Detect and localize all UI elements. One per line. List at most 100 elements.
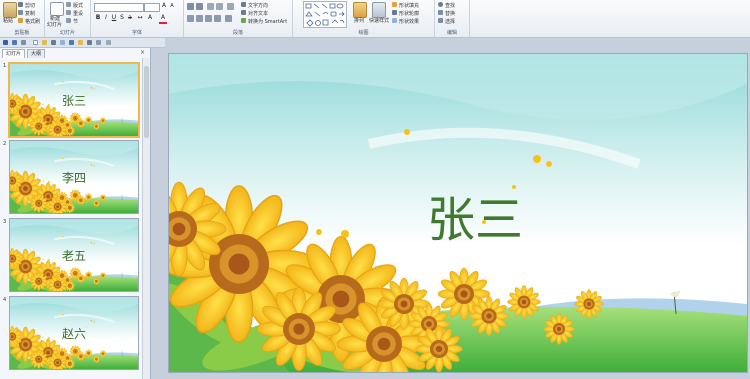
clipboard-group: 粘贴 剪切 复制 格式刷 剪贴板 [0,0,45,37]
tab-outline[interactable]: 大纲 [27,49,46,58]
arrange-label[interactable]: 排列 [354,17,364,24]
slide-canvas[interactable]: 张三 [168,53,748,373]
shape-fill-label[interactable]: 形状填充 [399,2,419,9]
bold-icon[interactable]: B [94,14,102,22]
replace-icon[interactable] [438,10,443,15]
print-icon[interactable] [51,40,56,45]
char-spacing-icon[interactable]: ↔ [136,14,144,22]
copy-icon[interactable] [18,10,23,15]
section-label[interactable]: 节 [73,18,78,25]
convert-smartart-label[interactable]: 转换为 SmartArt [248,18,287,25]
format-painter-label[interactable]: 格式刷 [25,18,40,25]
align-left-icon[interactable] [187,15,194,22]
tab-slides[interactable]: 幻灯片 [2,49,26,58]
font-size-box[interactable] [144,3,160,12]
redo-icon[interactable] [21,40,26,45]
slide-number: 2 [3,141,7,147]
layout-icon[interactable] [66,2,71,7]
select-label[interactable]: 选择 [445,18,455,25]
slide-number: 4 [3,297,7,303]
shapes-gallery[interactable] [303,1,347,28]
quick-styles-button[interactable] [372,2,386,18]
columns-icon[interactable] [225,15,232,22]
shape-fill-icon[interactable] [392,2,397,7]
font-group-label: 字体 [131,30,142,36]
thumbnail-title: 赵六 [61,327,86,341]
find-icon[interactable] [438,2,443,7]
text-direction-label[interactable]: 文字方向 [248,2,268,9]
shapes-gallery-icons [305,3,345,27]
paste-button[interactable] [3,2,17,18]
slide-thumbnail-1[interactable]: 张三 [8,62,140,138]
format-painter-icon[interactable] [18,18,23,23]
align-text-icon[interactable] [241,10,246,15]
justify-icon[interactable] [214,15,221,22]
ribbon: 粘贴 剪切 复制 格式刷 剪贴板 新建 幻灯片 版式 重设 节 幻灯片 A A … [0,0,750,38]
select-icon[interactable] [438,18,443,23]
quick-styles-label[interactable]: 快速样式 [369,17,389,24]
customize-qat-icon[interactable] [106,40,111,45]
font-name-box[interactable] [94,3,144,12]
reset-label[interactable]: 重设 [73,10,83,17]
line-spacing-icon[interactable] [227,3,234,10]
slideshow-icon[interactable] [87,40,92,45]
slides-group: 新建 幻灯片 版式 重设 节 幻灯片 [45,0,91,37]
shape-outline-icon[interactable] [392,10,397,15]
replace-label[interactable]: 替换 [445,10,455,17]
new-icon[interactable] [33,40,38,45]
copy-label[interactable]: 复制 [25,10,35,17]
slide-thumbnail-2[interactable]: 李四 [9,140,139,214]
paste-label: 粘贴 [3,18,14,24]
arrange-button[interactable] [353,2,367,18]
shape-effects-label[interactable]: 形状效果 [399,18,419,25]
font-color-icon[interactable]: A [159,14,167,24]
paragraph-group-label: 段落 [232,30,243,36]
draw-table-icon[interactable] [96,40,101,45]
spelling-icon[interactable] [69,40,74,45]
slide-number: 1 [3,63,7,69]
open-icon[interactable] [42,40,47,45]
cut-icon[interactable] [18,2,23,7]
section-icon[interactable] [66,18,71,23]
layout-label[interactable]: 版式 [73,2,83,9]
underline-icon[interactable]: U [110,14,118,22]
text-direction-icon[interactable] [241,2,246,7]
drawing-group: 排列 快速样式 形状填充 形状轮廓 形状效果 绘图 [293,0,435,37]
close-panel-icon[interactable]: × [140,49,145,56]
align-right-icon[interactable] [205,15,212,22]
preview-icon[interactable] [60,40,65,45]
bullets-icon[interactable] [187,3,194,10]
paragraph-group: 文字方向 对齐文本 转换为 SmartArt 段落 [184,0,293,37]
slides-group-label: 幻灯片 [59,30,75,36]
new-slide-label-2[interactable]: 幻灯片 [47,21,62,28]
panel-scrollbar-thumb[interactable] [144,66,149,138]
italic-icon[interactable]: I [102,14,110,22]
shape-outline-label[interactable]: 形状轮廓 [399,10,419,17]
change-case-icon[interactable]: A [146,14,154,22]
panel-scrollbar[interactable] [142,58,150,379]
cut-label[interactable]: 剪切 [25,2,35,9]
smartart-icon[interactable] [241,18,246,23]
align-text-label[interactable]: 对齐文本 [248,10,268,17]
find-label[interactable]: 查找 [445,2,455,9]
grow-font-icon[interactable]: A [160,2,168,10]
shadow-icon[interactable]: S [118,14,126,22]
slide-title[interactable]: 张三 [169,180,747,250]
numbering-icon[interactable] [196,3,203,10]
undo-icon[interactable] [12,40,17,45]
save-icon[interactable] [3,40,8,45]
thumbnail-title: 李四 [61,171,86,185]
drawing-group-label: 绘图 [358,30,369,36]
slide-thumbnail-3[interactable]: 老五 [9,218,139,292]
increase-indent-icon[interactable] [216,3,223,10]
align-center-icon[interactable] [196,15,203,22]
decrease-indent-icon[interactable] [207,3,214,10]
strikethrough-icon[interactable]: a [126,14,134,22]
editing-group-label: 编辑 [446,30,457,36]
new-slide-button[interactable] [50,2,64,16]
shape-effects-icon[interactable] [392,18,397,23]
shrink-font-icon[interactable]: A [168,2,176,10]
email-icon[interactable] [78,40,83,45]
slide-thumbnail-4[interactable]: 赵六 [9,296,139,370]
reset-icon[interactable] [66,10,71,15]
